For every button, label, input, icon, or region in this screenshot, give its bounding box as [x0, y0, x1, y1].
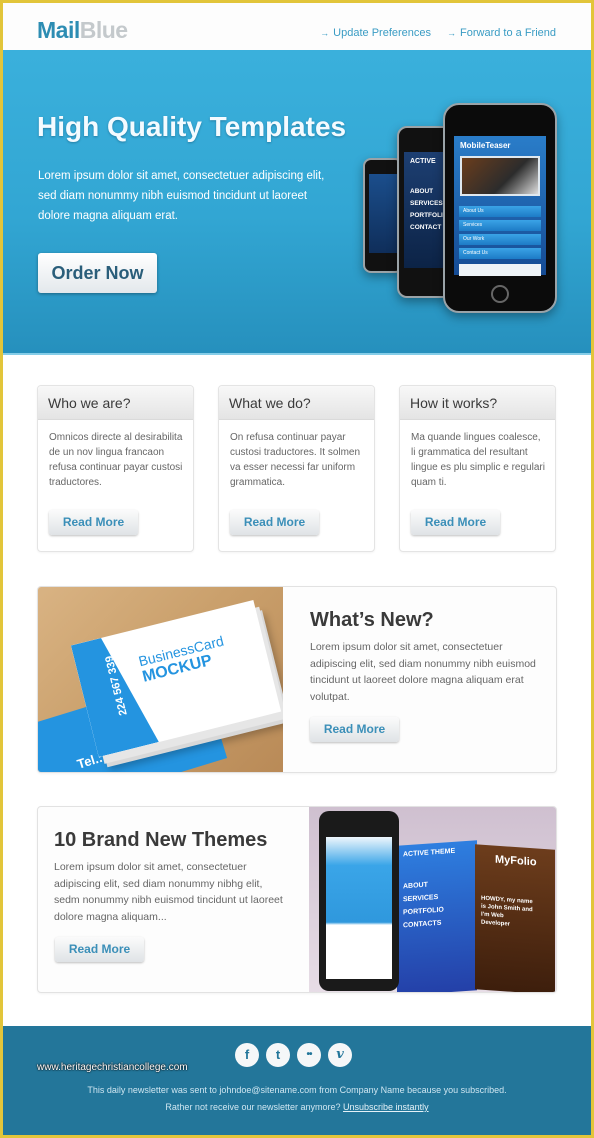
info-box-title: Who we are? — [38, 386, 193, 420]
business-card-stripe-text: 224 567 339 — [103, 654, 130, 717]
theme-phone — [319, 811, 399, 991]
logo-part-blue: Blue — [79, 17, 128, 43]
phone-large-slider — [460, 156, 540, 196]
themes-text: Lorem ipsum dolor sit amet, consectetuer… — [54, 861, 283, 923]
logo[interactable]: MailBlue — [37, 17, 128, 44]
hero-title: High Quality Templates — [37, 111, 347, 142]
phone-bottom-bar — [459, 264, 541, 276]
phone-medium-brand: ACTIVE — [410, 158, 436, 165]
arrow-right-icon: → — [447, 28, 457, 38]
active-theme-panel: ACTIVE THEME ABOUT SERVICES PORTFOLIO CO… — [397, 840, 477, 992]
footer-subscription-note: This daily newsletter was sent to johndo… — [87, 1085, 507, 1095]
update-preferences-label: Update Preferences — [333, 27, 432, 39]
hero-text: Lorem ipsum dolor sit amet, consectetuer… — [38, 170, 325, 222]
info-box-how: How it works? Ma quande lingues coalesce… — [399, 385, 556, 552]
hero-banner: High Quality Templates Lorem ipsum dolor… — [3, 50, 591, 355]
phone-menu-item: Services — [459, 220, 541, 231]
update-preferences-link[interactable]: → Update Preferences — [320, 27, 431, 39]
business-card-stack: 224 567 339 BusinessCard MOCKUP — [70, 599, 282, 758]
info-box-text: On refusa continuar payar custosi traduc… — [230, 432, 361, 488]
logo-part-mail: Mail — [37, 17, 80, 43]
whats-new-title: What’s New? — [310, 609, 434, 631]
footer-unsubscribe-line: Rather not receive our newsletter anymor… — [3, 1102, 591, 1112]
info-box-what: What we do? On refusa continuar payar cu… — [218, 385, 375, 552]
arrow-right-icon: → — [320, 28, 330, 38]
phone-menu-item: About Us — [459, 206, 541, 217]
vimeo-icon[interactable]: v — [328, 1043, 352, 1067]
flickr-icon[interactable]: •• — [297, 1043, 321, 1067]
header: MailBlue → Update Preferences → Forward to… — [3, 3, 591, 50]
twitter-icon[interactable]: t — [266, 1043, 290, 1067]
read-more-button[interactable]: Read More — [310, 717, 399, 742]
read-more-button[interactable]: Read More — [230, 510, 319, 535]
social-links: f t •• v — [235, 1043, 352, 1067]
facebook-icon[interactable]: f — [235, 1043, 259, 1067]
info-box-text: Ma quande lingues coalesce, li grammatic… — [411, 432, 545, 488]
myfolio-brand: MyFolio — [495, 853, 537, 869]
phone-large-brand: MobileTeaser — [460, 141, 511, 150]
themes-showcase-image: ACTIVE THEME ABOUT SERVICES PORTFOLIO CO… — [309, 807, 556, 992]
order-now-button[interactable]: Order Now — [38, 253, 157, 293]
read-more-button[interactable]: Read More — [411, 510, 500, 535]
info-box-title: What we do? — [219, 386, 374, 420]
home-button-icon — [491, 285, 509, 303]
email-page: MailBlue → Update Preferences → Forward to… — [3, 3, 591, 1135]
themes-card: 10 Brand New Themes Lorem ipsum dolor si… — [37, 806, 557, 993]
phone-menu-item: Contact Us — [459, 248, 541, 259]
top-links: → Update Preferences → Forward to a Friend — [320, 27, 556, 39]
whats-new-text: Lorem ipsum dolor sit amet, consectetuer… — [310, 641, 536, 703]
whats-new-card: Tel.: 0456 3390 220 224 567 339 Business… — [37, 586, 557, 773]
info-box-text: Omnicos directe al desirabilita de un no… — [49, 432, 183, 488]
info-box-who: Who we are? Omnicos directe al desirabil… — [37, 385, 194, 552]
myfolio-panel: MyFolio HOWDY, my name is John Smith and… — [475, 844, 555, 992]
hero-phones-image: ACTIVE ABOUT SERVICES PORTFOLIO CONTACT … — [360, 100, 560, 315]
forward-to-friend-label: Forward to a Friend — [460, 27, 556, 39]
phone-menu-item: Our Work — [459, 234, 541, 245]
footer-unsubscribe-prefix: Rather not receive our newsletter anymor… — [165, 1102, 341, 1112]
watermark: www.heritagechristiancollege.com — [37, 1062, 188, 1073]
read-more-button[interactable]: Read More — [49, 510, 138, 535]
read-more-button[interactable]: Read More — [55, 937, 144, 962]
theme-menu-item: CONTACTS — [403, 919, 442, 930]
info-box-title: How it works? — [400, 386, 555, 420]
business-card-mockup-image: Tel.: 0456 3390 220 224 567 339 Business… — [38, 587, 283, 772]
themes-title: 10 Brand New Themes — [54, 829, 268, 851]
myfolio-text: HOWDY, my name is John Smith and I'm Web… — [481, 895, 533, 928]
forward-to-friend-link[interactable]: → Forward to a Friend — [447, 27, 556, 39]
active-theme-brand: ACTIVE THEME — [403, 847, 456, 859]
footer: f t •• v This daily newsletter was sent … — [3, 1026, 591, 1135]
active-theme-menu: ABOUT SERVICES PORTFOLIO CONTACTS — [403, 878, 444, 933]
unsubscribe-link[interactable]: Unsubscribe instantly — [343, 1102, 429, 1112]
phone-large: MobileTeaser About Us Services Our Work … — [443, 103, 557, 313]
